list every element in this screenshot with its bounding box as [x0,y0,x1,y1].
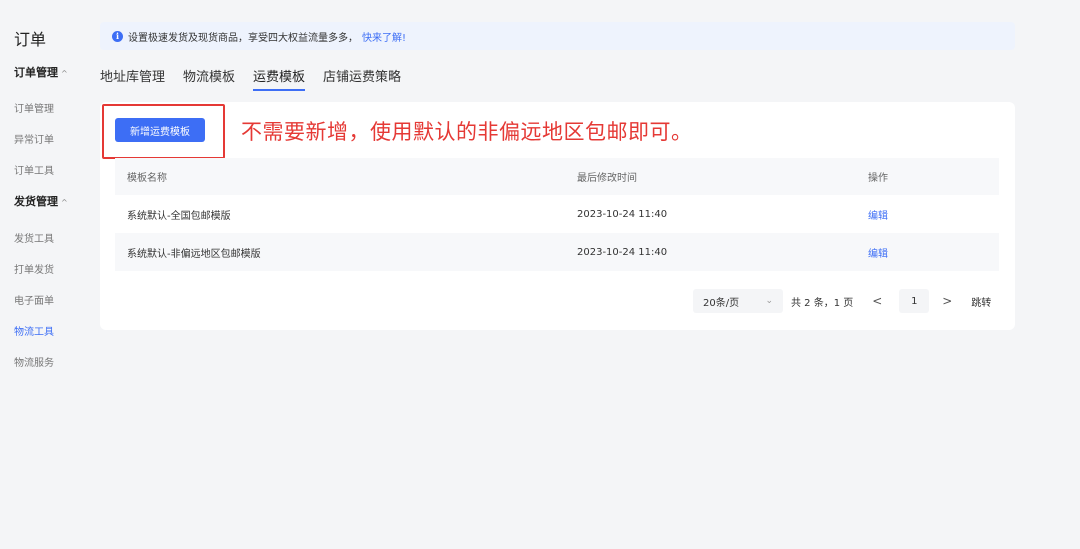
pagination: 20条/页 ⌄ 共 2 条，1 页 < 1 > 跳转 [693,289,991,313]
cell-last-modified: 2023-10-24 11:40 [577,208,668,220]
chevron-up-icon: ^ [61,198,68,207]
sidebar-group-label: 订单管理 [14,66,58,79]
header-template-name: 模板名称 [127,173,167,184]
notice-bar: i 设置极速发货及现货商品，享受四大权益流量多多， 快来了解! [100,22,1015,50]
sidebar-item-abnormal-orders[interactable]: 异常订单 [14,131,54,146]
sidebar-group-label: 发货管理 [14,195,58,208]
header-actions: 操作 [868,173,888,184]
chevron-down-icon: ⌄ [765,296,773,306]
chevron-right-icon[interactable]: > [937,294,957,308]
page-size-value: 20条/页 [703,297,740,309]
tab-bar: 地址库管理 物流模板 运费模板 店铺运费策略 [100,66,419,91]
table-row: 系统默认-全国包邮模版 2023-10-24 11:40 编辑 [115,195,999,233]
sidebar-item-print-ship[interactable]: 打单发货 [14,261,54,276]
annotation-text: 不需要新增，使用默认的非偏远地区包邮即可。 [241,120,693,144]
template-table: 模板名称 最后修改时间 操作 系统默认-全国包邮模版 2023-10-24 11… [115,158,999,271]
table-row: 系统默认-非偏远地区包邮模版 2023-10-24 11:40 编辑 [115,233,999,271]
sidebar-item-e-waybill[interactable]: 电子面单 [14,292,54,307]
tab-logistics-template[interactable]: 物流模板 [183,66,235,91]
cell-last-modified: 2023-10-24 11:40 [577,246,668,258]
template-card: 新增运费模板 不需要新增，使用默认的非偏远地区包邮即可。 模板名称 最后修改时间… [100,102,1015,330]
notice-link[interactable]: 快来了解! [362,29,406,44]
cell-template-name: 系统默认-非偏远地区包邮模版 [127,248,261,260]
edit-link[interactable]: 编辑 [868,211,888,222]
add-template-button[interactable]: 新增运费模板 [115,118,205,142]
notice-text: 设置极速发货及现货商品，享受四大权益流量多多， [128,32,358,44]
sidebar-title: 订单 [14,30,47,49]
current-page-input[interactable]: 1 [899,289,930,313]
sidebar-item-logistics-tools[interactable]: 物流工具 [14,323,54,338]
total-count: 共 2 条，1 页 [791,297,854,309]
sidebar: 订单 订单管理 ^ 订单管理 异常订单 订单工具 发货管理 ^ 发货工具 打单发货 … [0,0,90,549]
tab-store-shipping-strategy[interactable]: 店铺运费策略 [323,66,401,91]
sidebar-item-order-management[interactable]: 订单管理 [14,100,54,115]
sidebar-item-shipping-tools[interactable]: 发货工具 [14,230,54,245]
info-icon: i [112,30,123,42]
jump-button[interactable]: 跳转 [971,294,991,309]
tab-address-library[interactable]: 地址库管理 [100,66,165,91]
table-header: 模板名称 最后修改时间 操作 [115,158,999,195]
header-last-modified: 最后修改时间 [577,173,637,184]
chevron-up-icon: ^ [61,69,68,78]
cell-template-name: 系统默认-全国包邮模版 [127,210,231,222]
edit-link[interactable]: 编辑 [868,249,888,260]
tab-shipping-fee-template[interactable]: 运费模板 [253,66,306,91]
sidebar-group-shipping-management[interactable]: 发货管理 ^ [14,193,68,209]
chevron-left-icon[interactable]: < [867,294,887,308]
page-size-select[interactable]: 20条/页 ⌄ [693,289,783,313]
sidebar-item-order-tools[interactable]: 订单工具 [14,162,54,177]
sidebar-group-order-management[interactable]: 订单管理 ^ [14,64,68,80]
sidebar-item-logistics-services[interactable]: 物流服务 [14,354,54,369]
